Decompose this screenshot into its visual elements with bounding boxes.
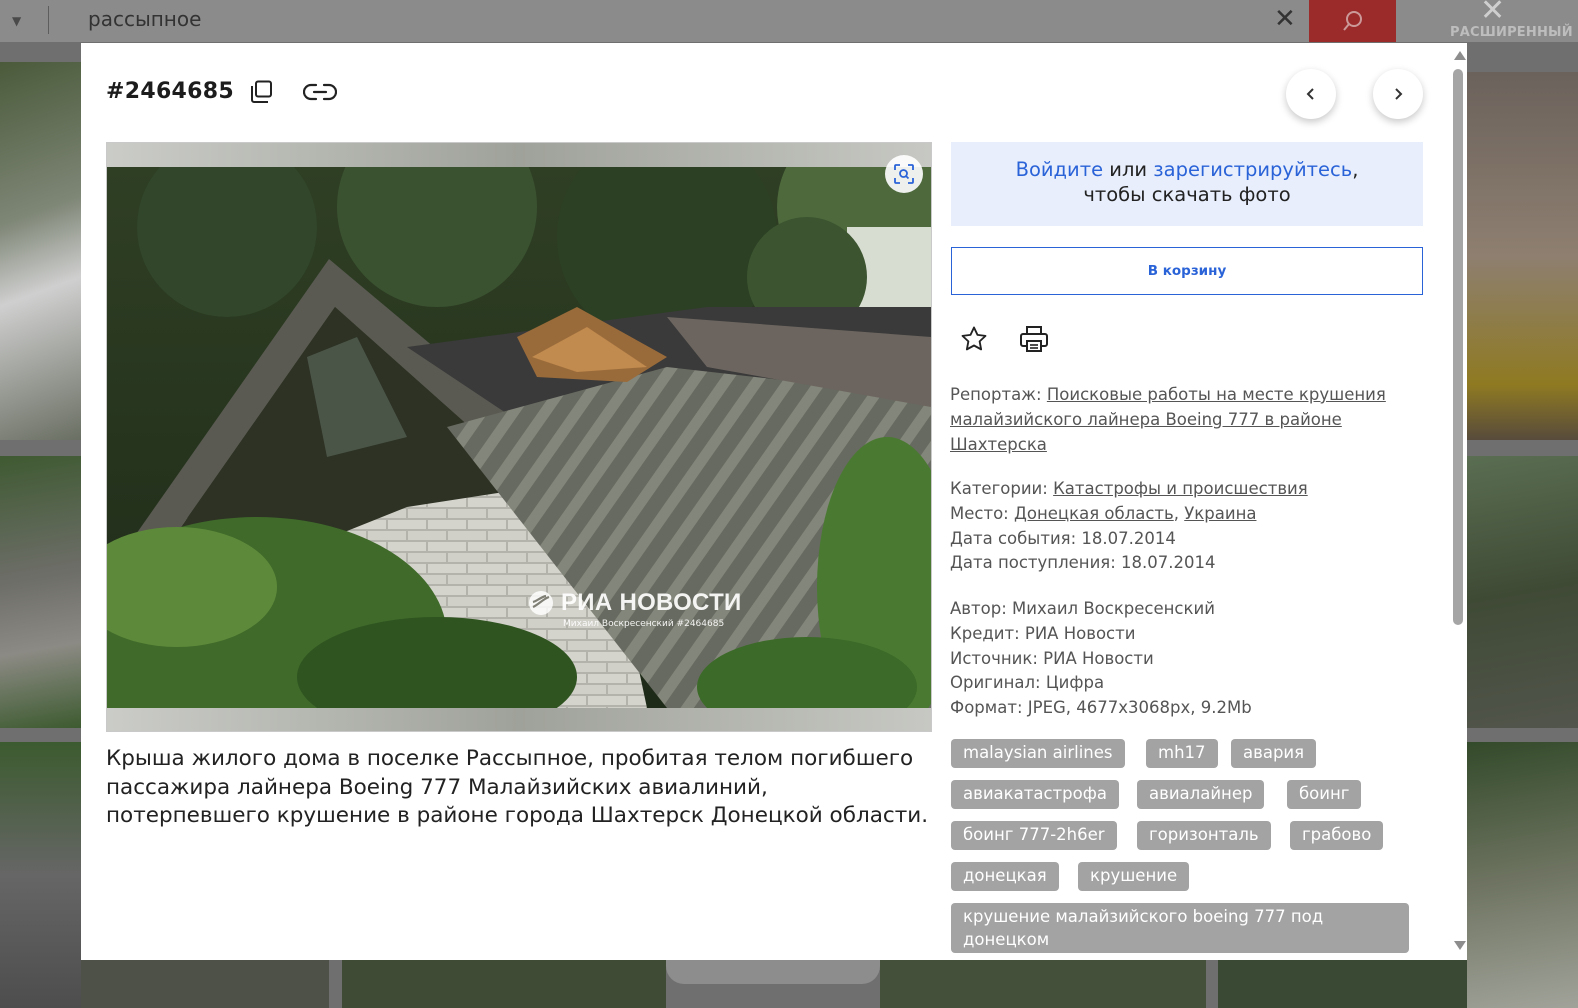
star-icon	[961, 326, 987, 351]
tag[interactable]: mh17	[1146, 739, 1218, 768]
login-or-text: или	[1103, 158, 1154, 181]
search-divider	[48, 6, 49, 34]
tag[interactable]: крушение	[1078, 862, 1190, 891]
clear-search-icon[interactable]: ✕	[1274, 6, 1296, 32]
search-type-dropdown[interactable]: ▼	[12, 14, 21, 28]
main-photo[interactable]	[107, 167, 931, 708]
register-link[interactable]: зарегистрируйтесь	[1153, 158, 1352, 181]
bg-thumbnail[interactable]	[0, 742, 81, 1008]
credit-text: Кредит: РИА Новости	[950, 623, 1136, 643]
author-text: Автор: Михаил Воскресенский	[950, 599, 1215, 618]
bg-thumbnail[interactable]	[880, 960, 1206, 1008]
link-icon	[303, 83, 337, 101]
modal-scrollbar[interactable]	[1451, 43, 1467, 960]
tag[interactable]: горизонталь	[1137, 821, 1271, 850]
bg-thumbnail[interactable]	[0, 62, 81, 440]
report-info: Репортаж: Поисковые работы на месте круш…	[950, 383, 1425, 457]
print-button[interactable]	[1017, 323, 1051, 355]
advanced-search-link[interactable]: РАСШИРЕННЫЙ	[1450, 25, 1573, 40]
tag[interactable]: авария	[1231, 739, 1317, 768]
place-row: Место: Донецкая область, Украина	[950, 502, 1425, 527]
ria-logo-icon	[529, 591, 553, 615]
photo-caption: Крыша жилого дома в поселке Рассыпное, п…	[106, 746, 929, 828]
chevron-right-icon	[1395, 88, 1403, 100]
report-label: Репортаж:	[950, 385, 1042, 404]
copy-id-button[interactable]	[247, 77, 277, 107]
tag[interactable]: боинг	[1287, 780, 1362, 809]
login-link[interactable]: Войдите	[1016, 158, 1104, 181]
scan-zoom-icon	[894, 164, 914, 184]
author-details: Автор: Михаил Воскресенский Кредит: РИА …	[950, 597, 1425, 721]
bg-thumbnail[interactable]	[342, 960, 666, 1008]
tag[interactable]: malaysian airlines	[951, 739, 1125, 768]
categories-label: Категории:	[950, 479, 1048, 498]
event-date: Дата события: 18.07.2014	[950, 528, 1176, 548]
bg-thumbnail[interactable]	[1218, 960, 1467, 1008]
tag[interactable]: грабово	[1290, 821, 1384, 850]
favorite-button[interactable]	[957, 323, 991, 355]
bg-thumbnail[interactable]	[1467, 72, 1578, 440]
photo-frame: РИА НОВОСТИ Михаил Воскресенский #246468…	[106, 142, 932, 732]
chevron-left-icon	[1306, 88, 1314, 100]
search-button[interactable]	[1309, 0, 1396, 42]
place-country-link[interactable]: Украина	[1184, 504, 1256, 523]
original-text: Оригинал: Цифра	[950, 673, 1105, 693]
search-icon	[1342, 11, 1362, 31]
format-text: Формат: JPEG, 4677x3068px, 9.2Mb	[950, 698, 1252, 718]
photo-modal: #2464685 РИА НОВОСТИ Михаил Воскресенски…	[81, 43, 1467, 960]
bg-thumbnail[interactable]	[1467, 456, 1578, 728]
tag[interactable]: авиакатастрофа	[951, 780, 1119, 809]
source-text: Источник: РИА Новости	[950, 648, 1154, 668]
watermark: РИА НОВОСТИ Михаил Воскресенский #246468…	[527, 589, 742, 629]
received-date: Дата поступления: 18.07.2014	[950, 553, 1216, 573]
tag[interactable]: крушение малайзийского boeing 777 под до…	[951, 903, 1409, 953]
printer-icon	[1020, 326, 1048, 352]
login-comma: ,	[1352, 158, 1359, 181]
copy-link-button[interactable]	[301, 77, 339, 107]
scroll-thumb[interactable]	[1453, 69, 1463, 625]
close-modal-icon[interactable]: ✕	[1480, 0, 1505, 26]
login-prompt: Войдите или зарегистрируйтесь, чтобы ска…	[951, 142, 1423, 226]
photo-image	[107, 167, 931, 708]
categories-link[interactable]: Катастрофы и происшествия	[1053, 479, 1308, 498]
place-label: Место:	[950, 503, 1009, 523]
next-photo-button[interactable]	[1373, 69, 1423, 119]
login-suffix-text: чтобы скачать фото	[1083, 183, 1291, 206]
tag[interactable]: авиалайнер	[1137, 780, 1265, 809]
scroll-up-arrow-icon[interactable]	[1454, 51, 1466, 60]
copy-icon	[251, 80, 272, 103]
zoom-photo-button[interactable]	[885, 155, 923, 193]
bg-thumbnail[interactable]	[1467, 742, 1578, 1008]
place-separator: ,	[1173, 503, 1179, 523]
photo-id: #2464685	[106, 79, 234, 104]
bg-thumbnail[interactable]	[81, 960, 329, 1008]
watermark-brand: РИА НОВОСТИ	[561, 589, 742, 616]
add-to-cart-button[interactable]: В корзину	[951, 247, 1423, 295]
tag[interactable]: донецкая	[951, 862, 1059, 891]
previous-photo-button[interactable]	[1286, 69, 1336, 119]
bg-thumbnail[interactable]	[0, 456, 81, 728]
scroll-down-arrow-icon[interactable]	[1454, 941, 1466, 950]
place-region-link[interactable]: Донецкая область	[1014, 504, 1174, 523]
watermark-credit: Михаил Воскресенский #2464685	[563, 619, 725, 629]
photo-details: Категории: Катастрофы и происшествия Мес…	[950, 477, 1425, 576]
search-bar: ▼ рассыпное ✕	[0, 0, 1578, 42]
search-input[interactable]: рассыпное	[88, 7, 201, 31]
tag[interactable]: боинг 777-2h6er	[951, 821, 1117, 850]
categories-row: Категории: Катастрофы и происшествия	[950, 477, 1425, 502]
